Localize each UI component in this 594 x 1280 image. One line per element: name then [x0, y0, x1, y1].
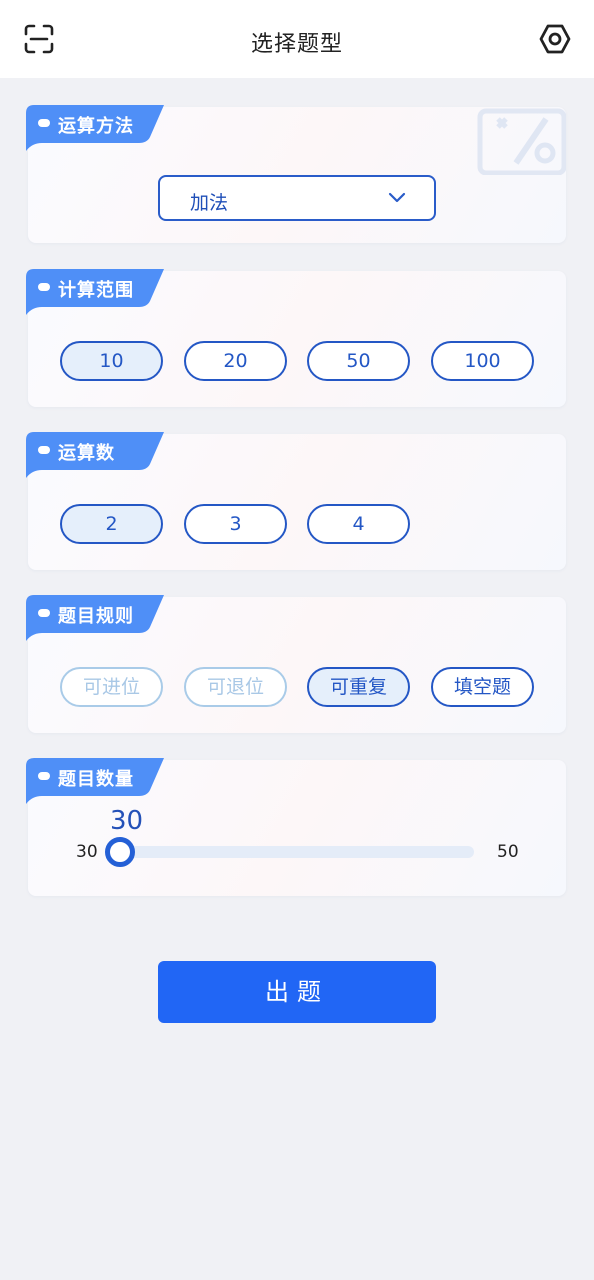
section-label: 题目规则: [58, 606, 134, 627]
dropdown-value: 加法: [190, 192, 229, 214]
rule-option-repeat[interactable]: 可重复: [307, 667, 410, 707]
range-option-10[interactable]: 10: [60, 341, 163, 381]
section-label: 运算方法: [58, 116, 134, 137]
range-option-100[interactable]: 100: [431, 341, 534, 381]
range-option-20[interactable]: 20: [184, 341, 287, 381]
rule-option-carry[interactable]: 可进位: [60, 667, 163, 707]
operation-card: 运算方法 加法: [26, 105, 566, 243]
bullet-icon: [38, 609, 50, 617]
quantity-card: 题目数量 30 30 50: [26, 758, 566, 896]
section-label: 运算数: [58, 443, 115, 464]
quantity-slider-thumb[interactable]: [105, 837, 135, 867]
range-card: 计算范围 10 20 50 100: [26, 269, 566, 407]
quantity-slider-track[interactable]: [120, 846, 474, 858]
bullet-icon: [38, 283, 50, 291]
operation-dropdown[interactable]: 加法: [158, 175, 436, 221]
section-header-rules: 题目规则: [26, 595, 164, 641]
slider-current-value: 30: [110, 806, 144, 836]
rules-card: 题目规则 可进位 可退位 可重复 填空题: [26, 595, 566, 733]
operand-count-card: 运算数 2 3 4: [26, 432, 566, 570]
operand-option-2[interactable]: 2: [60, 504, 163, 544]
section-header-operation: 运算方法: [26, 105, 164, 151]
bullet-icon: [38, 446, 50, 454]
settings-hexagon-icon[interactable]: [538, 22, 572, 56]
rule-option-borrow[interactable]: 可退位: [184, 667, 287, 707]
chevron-down-icon: [388, 192, 406, 203]
slider-max-label: 50: [497, 842, 519, 862]
top-bar: 选择题型: [0, 0, 594, 78]
page-title: 选择题型: [250, 32, 343, 57]
generate-button[interactable]: 出题: [158, 961, 436, 1023]
section-label: 计算范围: [58, 280, 134, 301]
percent-decoration-icon: [477, 108, 566, 175]
range-option-50[interactable]: 50: [307, 341, 410, 381]
section-label: 题目数量: [58, 769, 134, 790]
section-header-range: 计算范围: [26, 269, 164, 315]
section-header-operand-count: 运算数: [26, 432, 164, 478]
bullet-icon: [38, 772, 50, 780]
slider-min-label: 30: [76, 842, 98, 862]
bullet-icon: [38, 119, 50, 127]
operand-option-3[interactable]: 3: [184, 504, 287, 544]
section-header-quantity: 题目数量: [26, 758, 164, 804]
rule-option-fill-blank[interactable]: 填空题: [431, 667, 534, 707]
operand-option-4[interactable]: 4: [307, 504, 410, 544]
